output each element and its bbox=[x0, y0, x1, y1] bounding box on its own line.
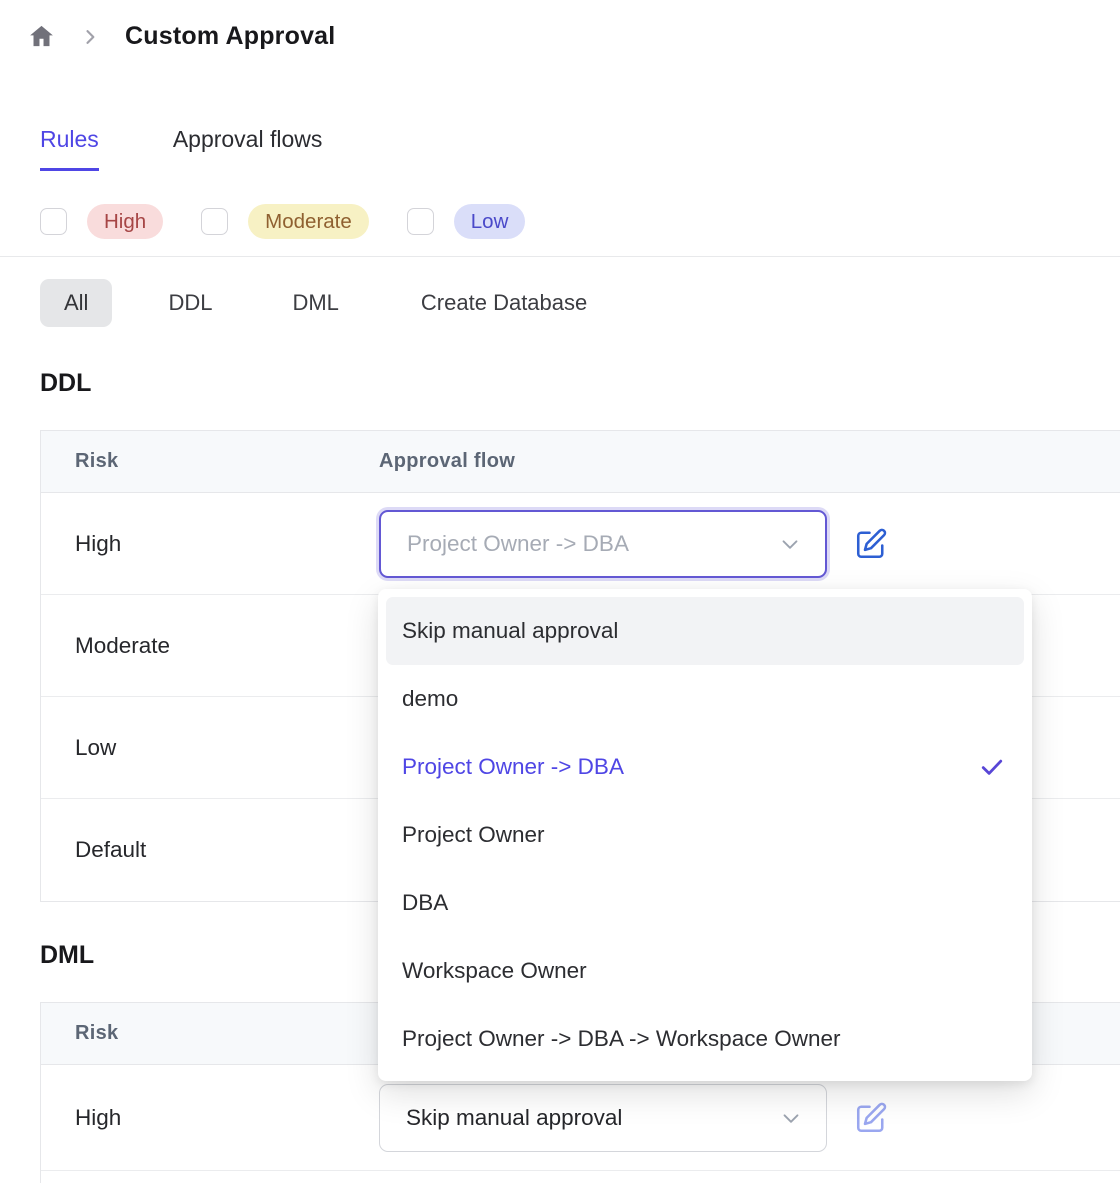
dropdown-option-dba[interactable]: DBA bbox=[386, 869, 1024, 937]
dml-high-flow-select[interactable]: Skip manual approval bbox=[379, 1084, 827, 1152]
tab-bar: Rules Approval flows bbox=[40, 126, 322, 171]
dropdown-option-project-owner[interactable]: Project Owner bbox=[386, 801, 1024, 869]
select-value: Project Owner -> DBA bbox=[407, 531, 629, 557]
risk-filter-low: Low bbox=[407, 204, 526, 239]
dropdown-option-project-owner-dba-workspace-owner[interactable]: Project Owner -> DBA -> Workspace Owner bbox=[386, 1005, 1024, 1073]
tab-approval-flows[interactable]: Approval flows bbox=[173, 126, 323, 171]
breadcrumb: Custom Approval bbox=[28, 22, 335, 51]
home-icon[interactable] bbox=[28, 23, 55, 50]
chevron-down-icon bbox=[777, 531, 803, 557]
low-checkbox[interactable] bbox=[407, 208, 434, 235]
risk-cell: Low bbox=[41, 735, 379, 761]
dml-section-title: DML bbox=[40, 941, 94, 970]
divider bbox=[0, 256, 1120, 257]
risk-filter-high: High bbox=[40, 204, 163, 239]
ddl-table-header: Risk Approval flow bbox=[41, 431, 1120, 493]
risk-cell: High bbox=[41, 531, 379, 557]
edit-pencil-icon bbox=[853, 526, 889, 562]
category-filter-row: All DDL DML Create Database bbox=[40, 279, 587, 327]
risk-cell: Default bbox=[41, 837, 379, 863]
risk-cell: High bbox=[41, 1105, 379, 1131]
page-title: Custom Approval bbox=[125, 22, 335, 51]
edit-flow-button[interactable] bbox=[851, 524, 891, 564]
high-badge[interactable]: High bbox=[87, 204, 163, 239]
chevron-down-icon bbox=[778, 1105, 804, 1131]
moderate-badge[interactable]: Moderate bbox=[248, 204, 369, 239]
risk-column-header: Risk bbox=[41, 1022, 379, 1045]
custom-approval-page: { "breadcrumb": { "title": "Custom Appro… bbox=[0, 0, 1120, 1180]
risk-cell: Moderate bbox=[41, 633, 379, 659]
chevron-right-icon bbox=[80, 27, 100, 47]
dropdown-option-workspace-owner[interactable]: Workspace Owner bbox=[386, 937, 1024, 1005]
high-checkbox[interactable] bbox=[40, 208, 67, 235]
category-tab-ddl[interactable]: DDL bbox=[168, 290, 212, 316]
edit-pencil-icon bbox=[853, 1100, 889, 1136]
low-badge[interactable]: Low bbox=[454, 204, 526, 239]
table-row-ddl-high: High Project Owner -> DBA bbox=[41, 493, 1120, 595]
table-row-partial bbox=[41, 1171, 1120, 1183]
risk-filter-row: High Moderate Low bbox=[40, 204, 525, 239]
check-icon bbox=[978, 753, 1006, 781]
dropdown-option-skip-manual-approval[interactable]: Skip manual approval bbox=[386, 597, 1024, 665]
category-tab-all[interactable]: All bbox=[40, 279, 112, 327]
approval-flow-dropdown: Skip manual approval demo Project Owner … bbox=[378, 589, 1032, 1081]
edit-flow-button[interactable] bbox=[851, 1098, 891, 1138]
dropdown-option-project-owner-dba[interactable]: Project Owner -> DBA bbox=[386, 733, 1024, 801]
approval-flow-column-header: Approval flow bbox=[379, 450, 515, 473]
ddl-high-flow-select[interactable]: Project Owner -> DBA bbox=[379, 510, 827, 578]
dropdown-option-label: Project Owner -> DBA bbox=[402, 754, 624, 780]
moderate-checkbox[interactable] bbox=[201, 208, 228, 235]
category-tab-create-database[interactable]: Create Database bbox=[421, 290, 587, 316]
risk-filter-moderate: Moderate bbox=[201, 204, 369, 239]
dropdown-option-demo[interactable]: demo bbox=[386, 665, 1024, 733]
risk-column-header: Risk bbox=[41, 450, 379, 473]
ddl-section-title: DDL bbox=[40, 369, 91, 398]
tab-rules[interactable]: Rules bbox=[40, 126, 99, 171]
select-value: Skip manual approval bbox=[406, 1105, 622, 1131]
category-tab-dml[interactable]: DML bbox=[292, 290, 338, 316]
